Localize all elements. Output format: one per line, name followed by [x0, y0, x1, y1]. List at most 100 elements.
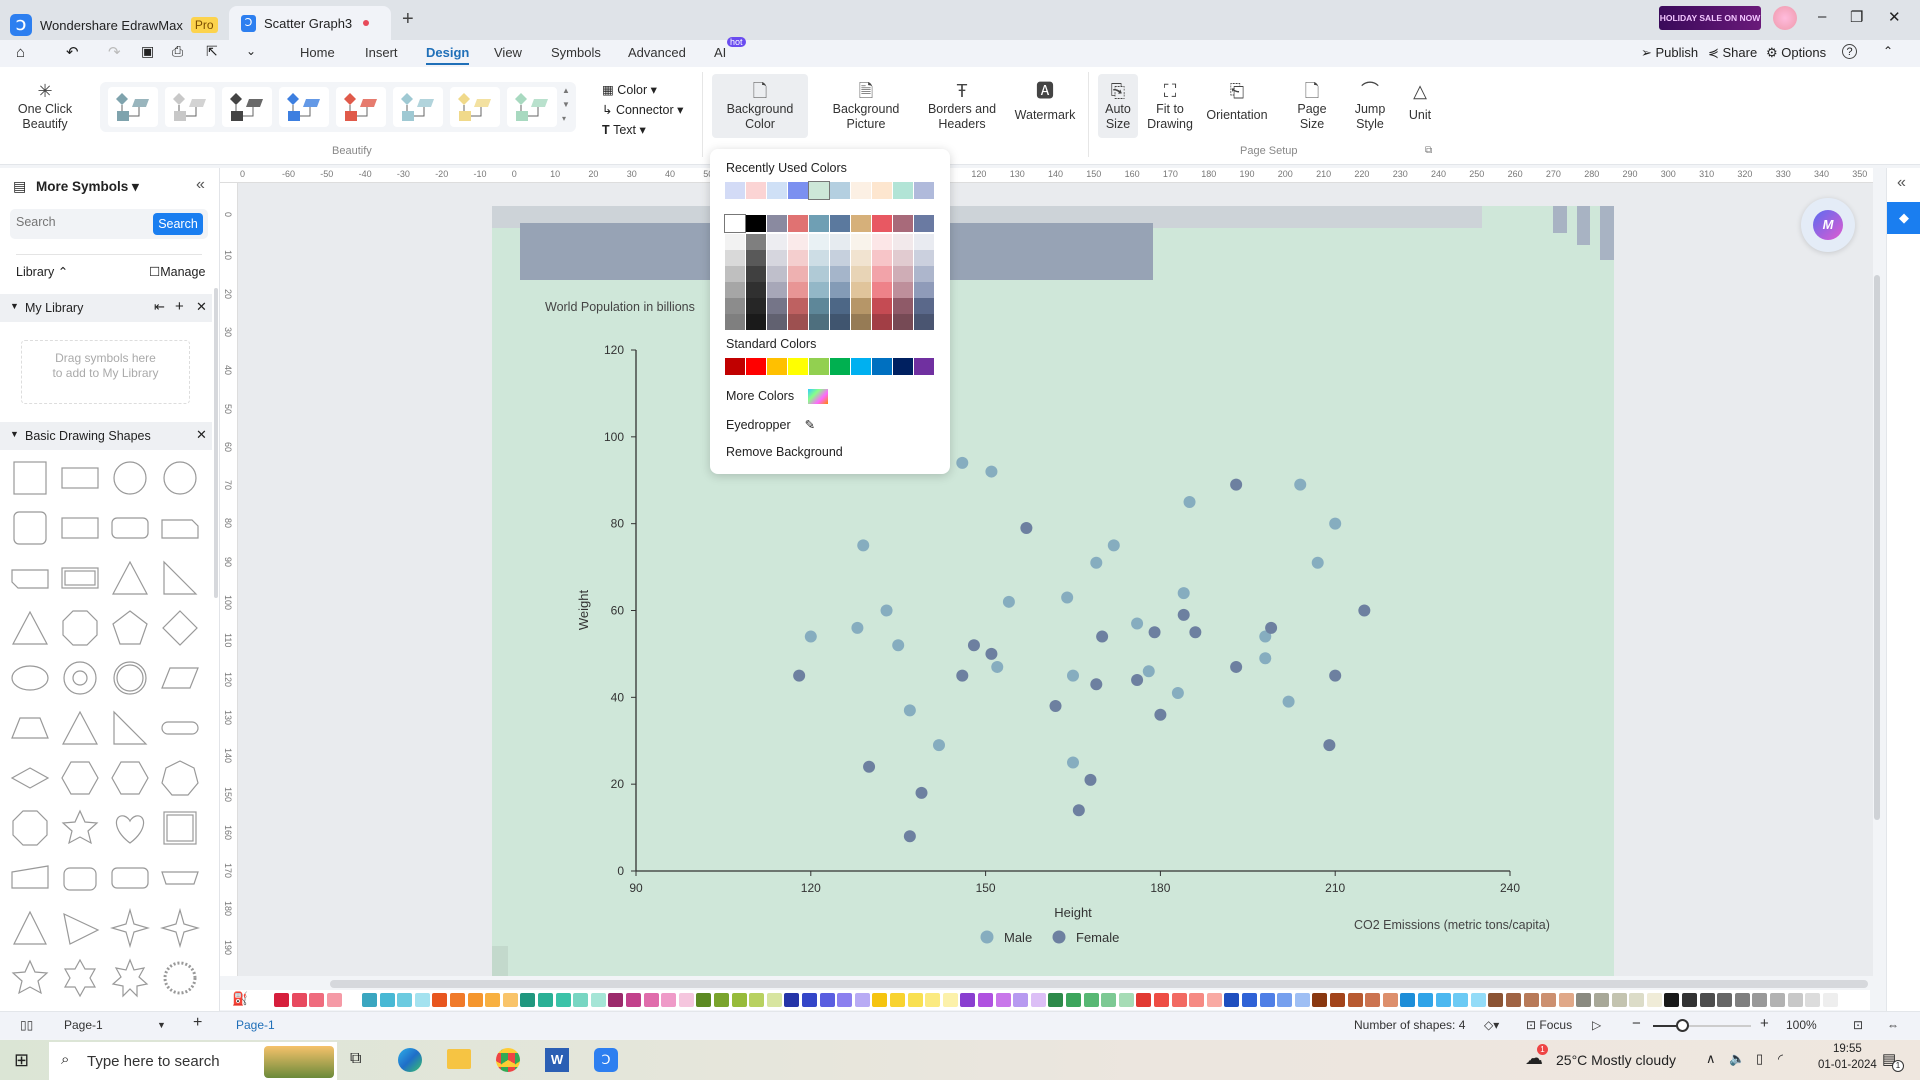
- quick-color-swatch[interactable]: [678, 993, 694, 1007]
- shape-star-4[interactable]: [159, 907, 201, 949]
- fit-width-icon[interactable]: ⇔: [1887, 1018, 1899, 1032]
- quick-color-swatch[interactable]: [326, 993, 342, 1007]
- color-swatch[interactable]: [851, 358, 871, 375]
- zoom-slider[interactable]: [1653, 1019, 1751, 1032]
- quick-color-swatch[interactable]: [1699, 993, 1715, 1007]
- point-female[interactable]: [1323, 739, 1336, 752]
- menu-ai[interactable]: AI: [714, 45, 726, 60]
- page-tab-active[interactable]: Page-1: [236, 1018, 275, 1032]
- page-setup-launcher-icon[interactable]: ⧉: [1425, 145, 1432, 156]
- point-female[interactable]: [1230, 660, 1243, 673]
- quick-color-swatch[interactable]: [819, 993, 835, 1007]
- quick-color-swatch[interactable]: [1488, 993, 1504, 1007]
- shape-rounded-square[interactable]: [10, 508, 50, 548]
- quick-color-swatch[interactable]: [925, 993, 941, 1007]
- color-swatch[interactable]: [767, 250, 787, 266]
- shape-rounded-quad[interactable]: [60, 858, 100, 898]
- export-icon[interactable]: ⇱: [206, 43, 218, 60]
- windows-start-icon[interactable]: ⊞: [14, 1050, 29, 1071]
- zoom-out-button[interactable]: −: [1632, 1015, 1641, 1032]
- shape-quad[interactable]: [10, 858, 50, 898]
- edge-browser-icon[interactable]: [398, 1048, 422, 1072]
- quick-color-swatch[interactable]: [344, 993, 360, 1007]
- point-male[interactable]: [1171, 686, 1184, 699]
- point-female[interactable]: [1358, 604, 1371, 617]
- color-swatch[interactable]: [872, 250, 892, 266]
- page-panel-icon[interactable]: ▯▯: [20, 1018, 33, 1032]
- quick-color-swatch[interactable]: [520, 993, 536, 1007]
- color-swatch[interactable]: [788, 298, 808, 314]
- shape-right-triangle[interactable]: [110, 708, 150, 748]
- shape-trapezoid[interactable]: [10, 708, 50, 748]
- point-female[interactable]: [1265, 621, 1278, 634]
- color-swatch[interactable]: [746, 215, 766, 232]
- menu-symbols[interactable]: Symbols: [551, 45, 601, 60]
- quick-color-swatch[interactable]: [573, 993, 589, 1007]
- quick-color-swatch[interactable]: [1770, 993, 1785, 1007]
- shape-hexagon[interactable]: [110, 758, 150, 798]
- quick-color-swatch[interactable]: [1013, 993, 1029, 1007]
- quick-color-swatch[interactable]: [1646, 993, 1662, 1007]
- point-male[interactable]: [851, 621, 864, 634]
- color-swatch[interactable]: [746, 314, 766, 330]
- color-swatch[interactable]: [767, 282, 787, 298]
- shape-bow[interactable]: [160, 858, 200, 898]
- shape-rounded-rect[interactable]: [110, 508, 150, 548]
- quick-color-swatch[interactable]: [432, 993, 448, 1007]
- page-size-button[interactable]: 🗋 Page Size: [1288, 80, 1336, 132]
- shape-ellipse[interactable]: [10, 658, 50, 698]
- color-swatch[interactable]: [914, 282, 934, 298]
- color-swatch[interactable]: [914, 250, 934, 266]
- zoom-in-button[interactable]: +: [1760, 1015, 1769, 1032]
- unit-button[interactable]: △ Unit: [1404, 80, 1436, 123]
- symbol-search-button[interactable]: Search: [153, 213, 203, 235]
- collapse-ribbon-icon[interactable]: ⌃: [1883, 44, 1893, 58]
- color-swatch[interactable]: [767, 298, 787, 314]
- point-male[interactable]: [892, 639, 905, 652]
- shape-star-5[interactable]: [60, 808, 100, 848]
- shape-triangle[interactable]: [110, 558, 150, 598]
- shape-triangle-outline[interactable]: [10, 908, 50, 948]
- quick-color-swatch[interactable]: [1242, 993, 1257, 1007]
- shape-octagon[interactable]: [60, 608, 100, 648]
- one-click-beautify-button[interactable]: ✳ One Click Beautify: [10, 80, 80, 132]
- theme-style-button[interactable]: [108, 87, 158, 127]
- color-swatch[interactable]: [725, 234, 745, 250]
- color-swatch[interactable]: [809, 358, 829, 375]
- redo-icon[interactable]: ↷: [108, 43, 121, 61]
- quick-color-swatch[interactable]: [1576, 993, 1592, 1007]
- point-male[interactable]: [1282, 695, 1295, 708]
- shape-star-5[interactable]: [10, 958, 50, 998]
- point-male[interactable]: [1002, 595, 1015, 608]
- color-swatch[interactable]: [809, 234, 829, 250]
- drawing-page[interactable]: World Population in billions CO2 Emissio…: [492, 206, 1614, 976]
- app-tab[interactable]: Ↄ Wondershare EdrawMax Pro: [10, 10, 220, 40]
- point-female[interactable]: [1189, 626, 1202, 639]
- color-swatch[interactable]: [725, 358, 745, 375]
- color-swatch[interactable]: [893, 358, 913, 375]
- add-icon[interactable]: +: [175, 298, 184, 315]
- color-swatch[interactable]: [725, 298, 745, 314]
- shape-rounded-rect[interactable]: [110, 858, 150, 898]
- color-swatch[interactable]: [725, 182, 745, 199]
- point-male[interactable]: [880, 604, 893, 617]
- shape-triangle[interactable]: [10, 608, 50, 648]
- point-male[interactable]: [932, 739, 945, 752]
- point-male[interactable]: [956, 456, 969, 469]
- fit-page-icon[interactable]: ⊡: [1853, 1018, 1863, 1032]
- ai-assistant-button[interactable]: M: [1801, 198, 1855, 252]
- quick-color-swatch[interactable]: [1787, 993, 1803, 1007]
- quick-color-swatch[interactable]: [1611, 993, 1627, 1007]
- color-swatch[interactable]: [746, 234, 766, 250]
- library-toggle[interactable]: Library ⌃: [16, 264, 68, 279]
- color-swatch[interactable]: [851, 215, 871, 232]
- quick-color-swatch[interactable]: [1101, 993, 1117, 1007]
- menu-home[interactable]: Home: [300, 45, 335, 60]
- quick-color-swatch[interactable]: [854, 993, 870, 1007]
- shape-rect-double[interactable]: [60, 558, 100, 598]
- color-swatch[interactable]: [830, 215, 850, 232]
- color-swatch[interactable]: [872, 215, 892, 232]
- quick-color-swatch[interactable]: [590, 993, 606, 1007]
- quick-color-swatch[interactable]: [309, 993, 325, 1007]
- format-panel-icon[interactable]: ◆: [1887, 202, 1920, 234]
